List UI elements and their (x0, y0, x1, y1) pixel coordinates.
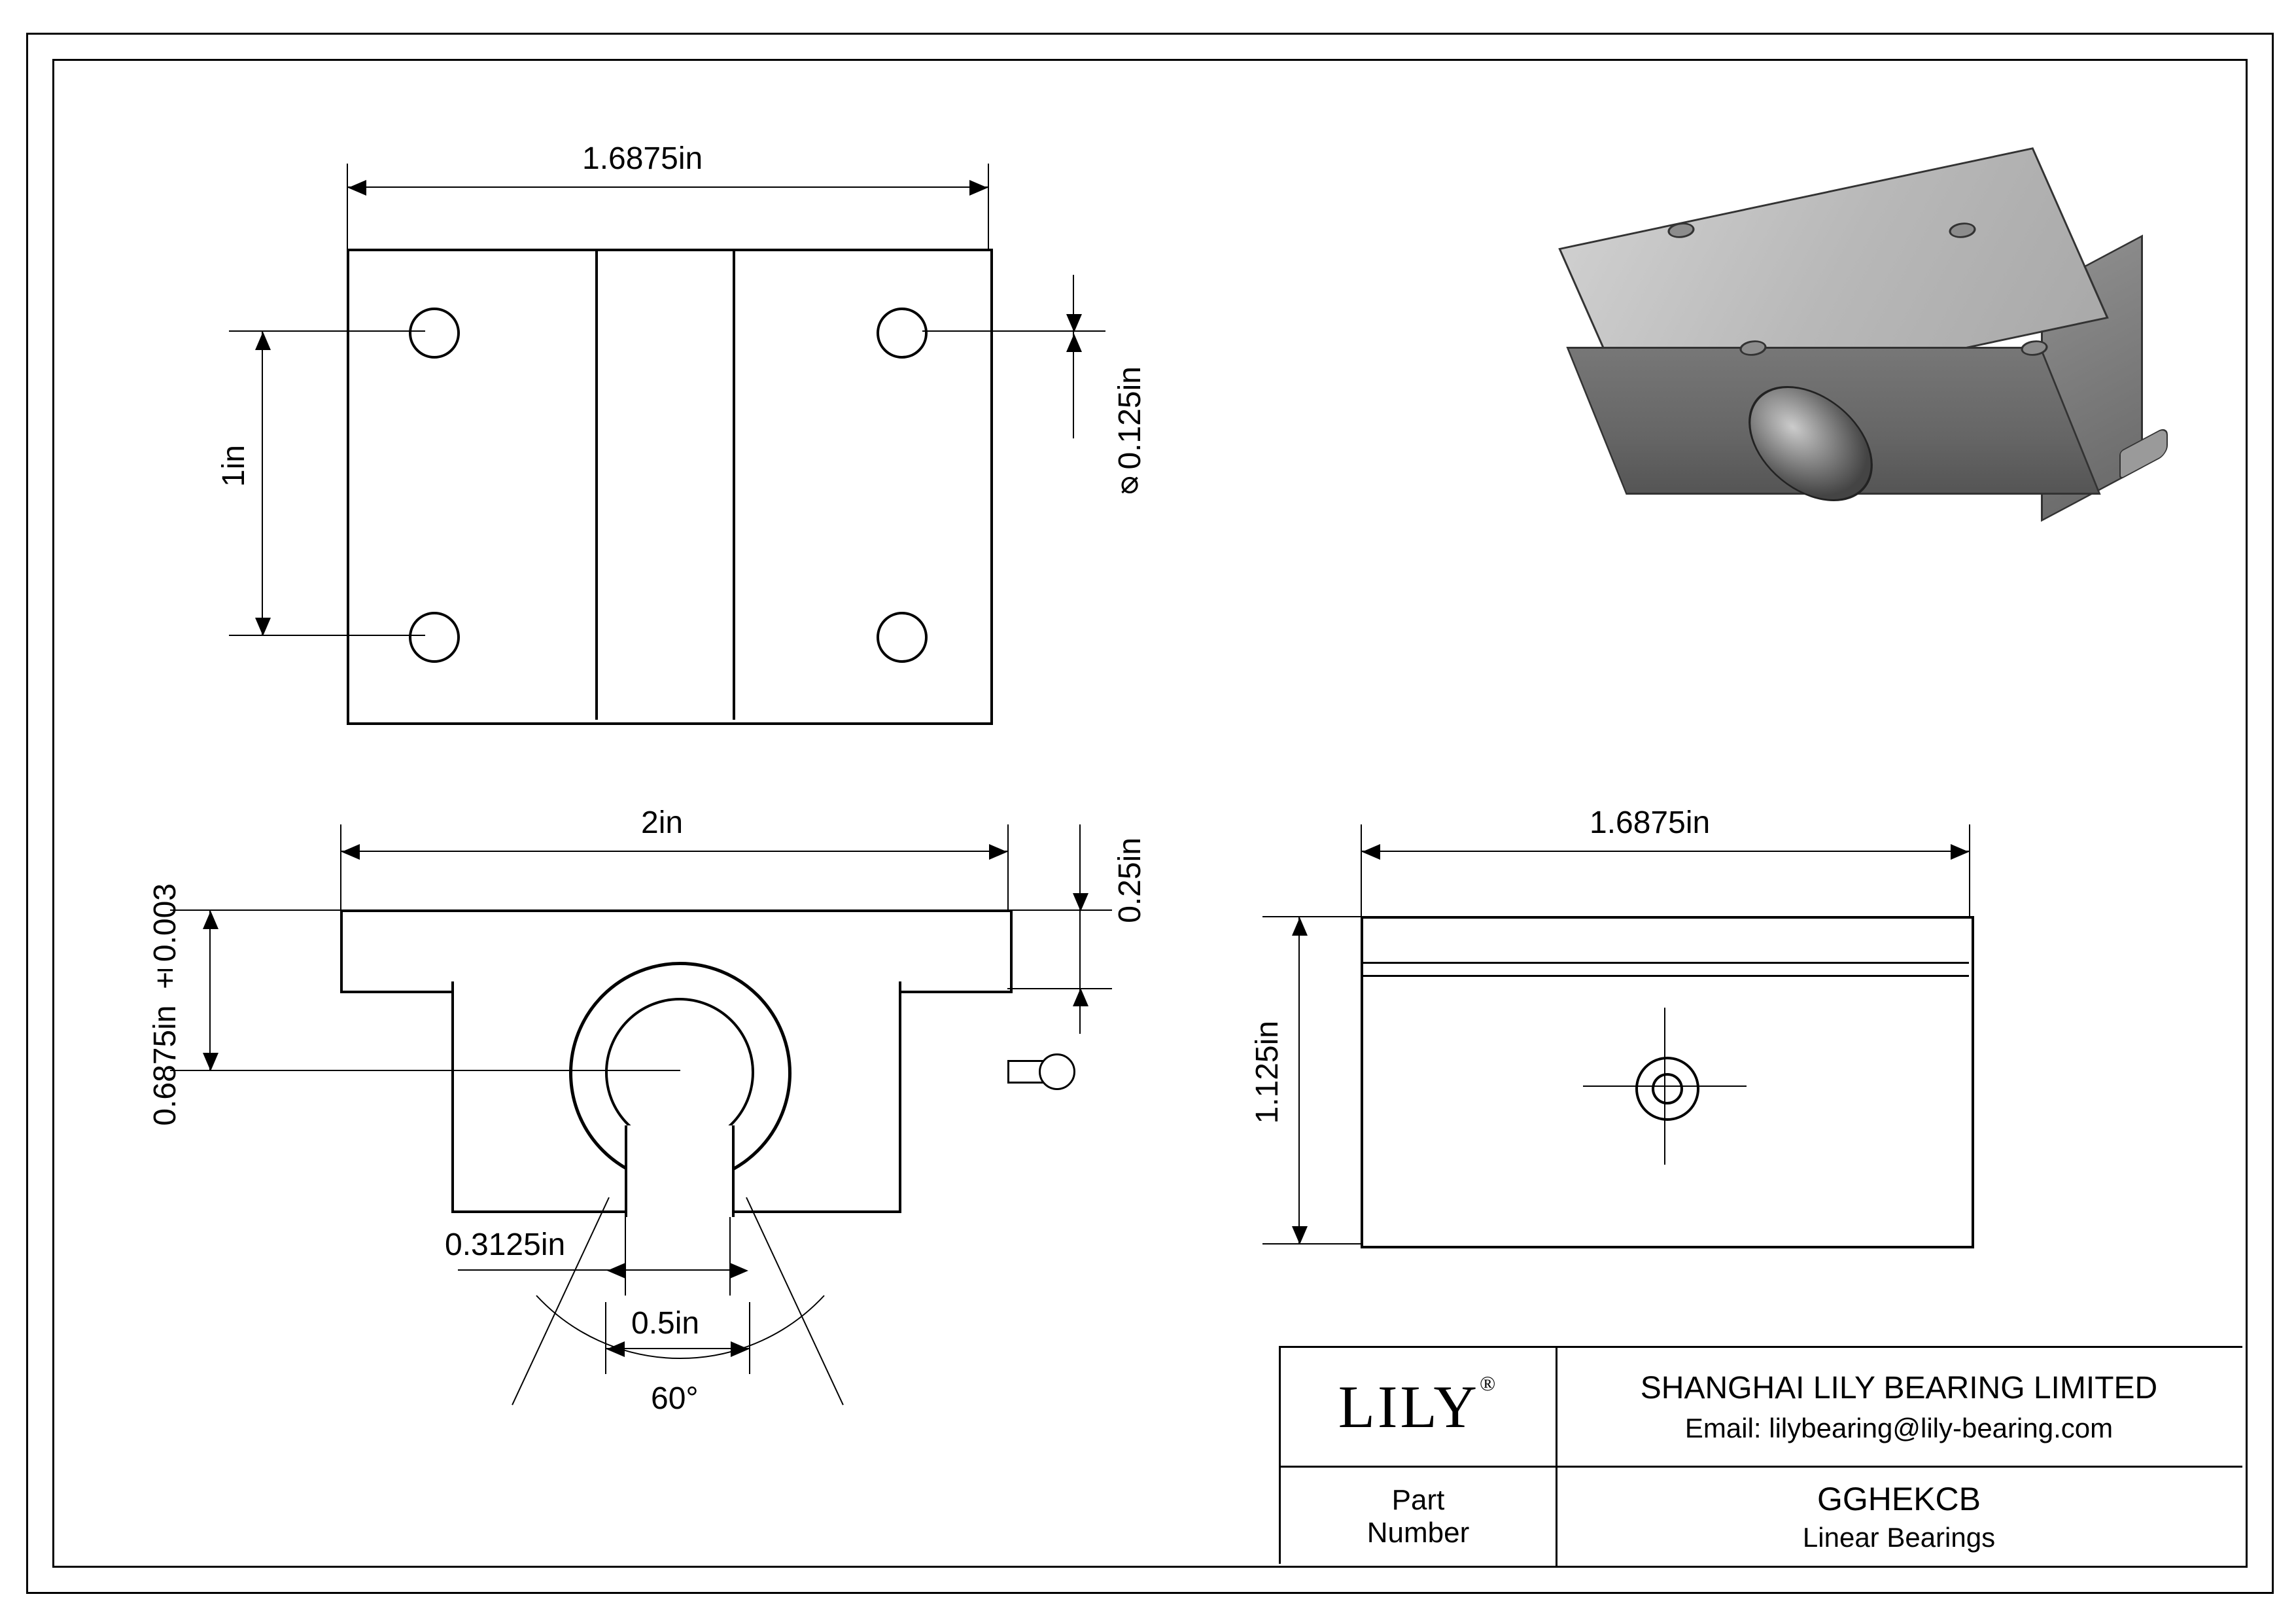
top-view-rib-right (733, 249, 735, 720)
arrowhead-icon (969, 180, 988, 196)
front-bore-inner (605, 998, 754, 1147)
dim-line (458, 1269, 733, 1271)
dim-flange-thk: 0.25in (1112, 838, 1148, 923)
ext-line (1007, 824, 1009, 909)
dim-hole-pitch-v: 1in (216, 445, 252, 487)
side-rib-line (1361, 962, 1969, 964)
ext-line (1007, 909, 1112, 911)
ext-line (347, 164, 348, 249)
arrowhead-icon (1066, 334, 1082, 352)
pn-label-line1: Part (1392, 1484, 1445, 1517)
arrowhead-icon (1073, 893, 1088, 911)
arrowhead-icon (348, 180, 366, 196)
ext-line (170, 1070, 680, 1071)
ext-line (988, 164, 989, 249)
front-slot (625, 1125, 735, 1217)
dim-line (347, 186, 989, 188)
company-cell: SHANGHAI LILY BEARING LIMITED Email: lil… (1556, 1348, 2242, 1466)
arrowhead-icon (1292, 917, 1308, 936)
dim-slot-width: 0.3125in (445, 1227, 565, 1263)
arrowhead-icon (203, 911, 218, 929)
arrowhead-icon (1292, 1226, 1308, 1244)
mount-hole-bl (409, 612, 460, 663)
arrowhead-icon (1362, 844, 1380, 860)
title-block-bottom-row: Part Number GGHEKCB Linear Bearings (1281, 1466, 2242, 1566)
angle-arc (497, 1282, 863, 1453)
arrowhead-icon (1073, 988, 1088, 1006)
dim-line (209, 909, 211, 1071)
dim-side-width: 1.6875in (1590, 805, 1710, 841)
dim-line (1361, 851, 1970, 852)
part-description: Linear Bearings (1803, 1522, 1995, 1553)
grease-nipple (1007, 1047, 1073, 1093)
isometric-view (1544, 150, 2132, 543)
dim-angle: 60° (651, 1381, 699, 1417)
arrowhead-icon (255, 618, 271, 636)
logo-name: LILY (1338, 1372, 1480, 1441)
arrowhead-icon (607, 1263, 625, 1279)
ext-line (170, 909, 340, 911)
side-rib-line (1361, 975, 1969, 977)
dim-line (1298, 916, 1300, 1244)
dim-side-height: 1.125in (1249, 1021, 1285, 1123)
mount-hole-br (877, 612, 928, 663)
mount-hole-tr (877, 308, 928, 359)
dim-top-width: 1.6875in (582, 141, 703, 177)
arrowhead-icon (255, 332, 271, 350)
ext-line (340, 824, 341, 909)
ext-line (1262, 1243, 1361, 1244)
arrowhead-icon (1066, 314, 1082, 332)
registered-mark-icon: ® (1480, 1371, 1498, 1396)
pn-label-line2: Number (1367, 1517, 1470, 1549)
top-view-rib-left (595, 249, 598, 720)
dim-overall-width: 2in (641, 805, 683, 841)
side-nipple-inner (1652, 1073, 1683, 1104)
part-number: GGHEKCB (1817, 1480, 1981, 1518)
arrowhead-icon (341, 844, 360, 860)
pn-label-cell: Part Number (1281, 1468, 1557, 1566)
centerline (1664, 1008, 1665, 1165)
drawing-sheet: 1.6875in 1in ⌀0.125in (0, 0, 2296, 1624)
dim-line (1073, 275, 1074, 438)
ext-line (1361, 824, 1362, 916)
arrowhead-icon (1951, 844, 1969, 860)
arrowhead-icon (989, 844, 1007, 860)
arrowhead-icon (203, 1053, 218, 1071)
ext-line (1007, 988, 1112, 989)
company-name: SHANGHAI LILY BEARING LIMITED (1641, 1370, 2157, 1406)
company-email: Email: lilybearing@lily-bearing.com (1685, 1413, 2113, 1444)
pn-value-cell: GGHEKCB Linear Bearings (1556, 1468, 2242, 1566)
ext-line (1969, 824, 1970, 916)
dim-line (262, 330, 263, 636)
title-block: LILY® SHANGHAI LILY BEARING LIMITED Emai… (1279, 1346, 2242, 1564)
logo-text: LILY® (1281, 1348, 1557, 1466)
arrowhead-icon (730, 1263, 748, 1279)
ext-line (1262, 916, 1361, 917)
dim-hole-dia: ⌀0.125in (1112, 366, 1149, 506)
dim-center-height: 0.6875in ±0.003 (147, 883, 183, 1126)
mount-hole-tl (409, 308, 460, 359)
dim-line (340, 851, 1009, 852)
